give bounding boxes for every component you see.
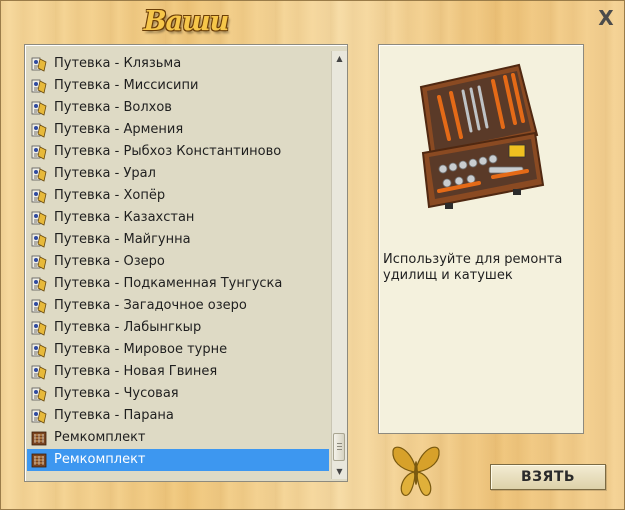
item-details-panel: Используйте для ремонта удилищ и катушек — [378, 44, 584, 434]
list-item-label: Путевка - Подкаменная Тунгуска — [54, 276, 283, 291]
list-item-label: Путевка - Казахстан — [54, 210, 195, 225]
list-item-label: Ремкомплект — [54, 430, 146, 445]
list-item[interactable]: Путевка - Хопёр — [27, 185, 329, 207]
list-item[interactable]: Путевка - Клязьма — [27, 53, 329, 75]
voucher-icon — [31, 232, 47, 248]
list-item-label: Путевка - Волхов — [54, 100, 172, 115]
voucher-icon — [31, 320, 47, 336]
list-item[interactable]: Путевка - Волхов — [27, 97, 329, 119]
list-item-label: Путевка - Клязьма — [54, 56, 182, 71]
scroll-up-arrow-icon[interactable]: ▲ — [332, 51, 347, 66]
scroll-down-arrow-icon[interactable]: ▼ — [332, 464, 347, 479]
take-button[interactable]: ВЗЯТЬ — [490, 464, 606, 490]
list-item-label: Путевка - Мировое турне — [54, 342, 228, 357]
list-item[interactable]: Путевка - Миссисипи — [27, 75, 329, 97]
voucher-icon — [31, 122, 47, 138]
list-item-label: Путевка - Чусовая — [54, 386, 179, 401]
voucher-icon — [31, 188, 47, 204]
butterfly-icon — [392, 446, 440, 497]
toolbox-image — [419, 63, 545, 209]
list-item[interactable]: Путевка - Казахстан — [27, 207, 329, 229]
voucher-icon — [31, 100, 47, 116]
list-item[interactable]: Путевка - Подкаменная Тунгуска — [27, 273, 329, 295]
repair-kit-icon — [31, 452, 47, 468]
list-item[interactable]: Путевка - Майгунна — [27, 229, 329, 251]
list-item[interactable]: Путевка - Урал — [27, 163, 329, 185]
list-item[interactable]: Путевка - Озеро — [27, 251, 329, 273]
inventory-list-panel: Путевка - Клязьма Путевка - Миссисипи Путе… — [24, 44, 348, 482]
list-item-label: Путевка - Озеро — [54, 254, 165, 269]
scrollbar-thumb[interactable] — [333, 433, 345, 461]
list-item[interactable]: Путевка - Загадочное озеро — [27, 295, 329, 317]
list-item-label: Путевка - Урал — [54, 166, 156, 181]
list-item-label: Путевка - Хопёр — [54, 188, 166, 203]
list-item-label: Путевка - Армения — [54, 122, 184, 137]
window-title: Ваши вещи — [143, 6, 230, 71]
list-item-label: Путевка - Рыбхоз Константиново — [54, 144, 282, 159]
list-item-label: Путевка - Миссисипи — [54, 78, 199, 93]
voucher-icon — [31, 78, 47, 94]
voucher-icon — [31, 386, 47, 402]
list-item[interactable]: Путевка - Новая Гвинея — [27, 361, 329, 383]
voucher-icon — [31, 144, 47, 160]
list-item[interactable]: Путевка - Парана — [27, 405, 329, 427]
list-item[interactable]: Путевка - Чусовая — [27, 383, 329, 405]
list-item-label: Путевка - Загадочное озеро — [54, 298, 247, 313]
voucher-icon — [31, 408, 47, 424]
list-item[interactable]: Путевка - Армения — [27, 119, 329, 141]
list-item-label: Путевка - Парана — [54, 408, 174, 423]
repair-kit-icon — [31, 430, 47, 446]
list-item-label: Путевка - Новая Гвинея — [54, 364, 218, 379]
list-item[interactable]: Путевка - Лабынгкыр — [27, 317, 329, 339]
item-description: Используйте для ремонта удилищ и катушек — [383, 252, 563, 283]
list-item-label: Путевка - Майгунна — [54, 232, 191, 247]
voucher-icon — [31, 298, 47, 314]
voucher-icon — [31, 166, 47, 182]
voucher-icon — [31, 364, 47, 380]
list-item-label: Ремкомплект — [54, 452, 146, 467]
voucher-icon — [31, 342, 47, 358]
list-item[interactable]: Ремкомплект — [27, 449, 329, 471]
list-item[interactable]: Ремкомплект — [27, 427, 329, 449]
voucher-icon — [31, 210, 47, 226]
list-scrollbar[interactable]: ▲ ▼ — [331, 51, 347, 479]
list-item[interactable]: Путевка - Рыбхоз Константиново — [27, 141, 329, 163]
list-item-label: Путевка - Лабынгкыр — [54, 320, 202, 335]
voucher-icon — [31, 254, 47, 270]
close-button[interactable]: X — [596, 8, 616, 28]
voucher-icon — [31, 56, 47, 72]
list-item[interactable]: Путевка - Мировое турне — [27, 339, 329, 361]
inventory-list: Путевка - Клязьма Путевка - Миссисипи Путе… — [27, 53, 329, 471]
voucher-icon — [31, 276, 47, 292]
